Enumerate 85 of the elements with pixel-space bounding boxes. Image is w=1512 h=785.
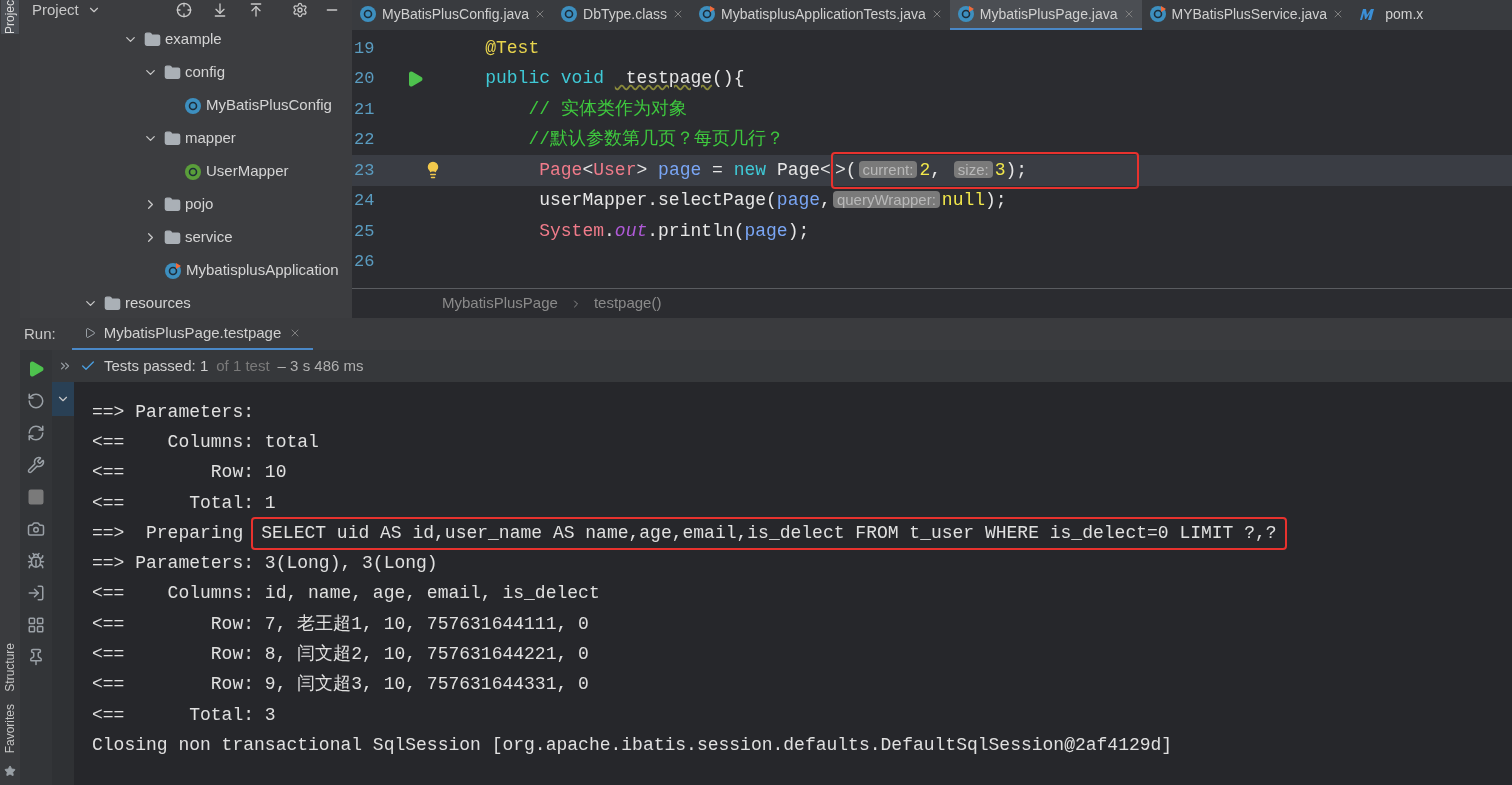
test-count: of 1 test xyxy=(216,355,270,376)
pin-icon[interactable] xyxy=(27,648,45,666)
line-number: 19 xyxy=(353,37,376,60)
editor-tab[interactable]: MyBatisPlusConfig.java xyxy=(352,0,554,30)
console-line: <== Row: 10 xyxy=(92,461,287,485)
folder-icon xyxy=(164,229,181,246)
folder-icon xyxy=(164,196,181,213)
layout-icon[interactable] xyxy=(27,616,45,634)
code-line: userMapper.selectPage(page, queryWrapper: null); xyxy=(538,189,1007,213)
tree-item-label[interactable]: UserMapper xyxy=(206,160,289,183)
console-line: <== Row: 9, 闫文超3, 10, 757631644331, 0 xyxy=(92,673,589,697)
code-line: @Test xyxy=(484,36,540,60)
folder-icon xyxy=(104,295,121,312)
folder-icon xyxy=(164,130,181,147)
editor-tab[interactable]: DbType.class xyxy=(553,0,692,30)
console-line: ==> Preparing xyxy=(92,521,244,545)
code-line: System.out.println(page); xyxy=(538,219,810,243)
run-icon[interactable] xyxy=(27,360,45,378)
class-file-icon xyxy=(698,5,717,23)
tree-item-label[interactable]: resources xyxy=(125,292,191,315)
console-line: <== Columns: id, name, age, email, is_delect xyxy=(92,582,600,606)
rerun-icon[interactable] xyxy=(27,392,45,410)
structure-tool-tab[interactable]: Structure xyxy=(1,642,19,692)
console-line: Closing non transactional SqlSession [org.apache.ibatis.session.defaults.DefaultSqlSession@2af4129d] xyxy=(92,733,1173,757)
tree-item-label[interactable]: example xyxy=(165,28,222,51)
folder-icon xyxy=(164,64,181,81)
panel-title[interactable]: Project xyxy=(32,0,79,22)
star-icon[interactable] xyxy=(4,765,16,777)
settings-icon[interactable] xyxy=(292,2,308,18)
console-line: ==> Parameters: 3(Long), 3(Long) xyxy=(92,552,438,576)
tree-item-label[interactable]: MyBatisPlusConfig xyxy=(206,94,332,117)
console-line: ==> Parameters: xyxy=(92,400,256,424)
tree-item-label[interactable]: service xyxy=(185,226,233,249)
test-duration: – 3 s 486 ms xyxy=(277,355,364,376)
console-line: <== Total: 3 xyxy=(92,703,276,727)
tree-item-label[interactable]: pojo xyxy=(185,193,214,216)
console-line: <== Row: 8, 闫文超2, 10, 757631644221, 0 xyxy=(92,643,589,666)
project-tool-tab[interactable]: Projec xyxy=(1,0,19,34)
highlighted-sql: SELECT uid AS id,user_name AS name,age,email,is_delect FROM t_user WHERE is_delect=0 LIMIT ?,? xyxy=(251,516,1287,550)
camera-icon[interactable] xyxy=(27,520,45,538)
locate-icon[interactable] xyxy=(176,2,192,18)
code-line: public void testpage(){ xyxy=(484,67,745,91)
wrench-icon[interactable] xyxy=(27,456,45,474)
editor-tab[interactable]: MybatisplusApplicationTests.java xyxy=(691,0,950,30)
line-number: 22 xyxy=(353,129,376,151)
line-number: 20 xyxy=(353,68,376,90)
import-icon[interactable] xyxy=(27,584,45,602)
run-label: Run: xyxy=(24,323,56,344)
breadcrumb-item[interactable]: testpage() xyxy=(593,292,662,315)
code-line: //默认参数第几页？每页几行？ xyxy=(527,128,785,152)
code-line: Page<User> page = new Page< xyxy=(538,158,831,182)
line-number: 26 xyxy=(353,251,376,273)
folder-icon xyxy=(144,31,161,48)
class-file-icon xyxy=(956,5,975,23)
expand-icon[interactable] xyxy=(58,359,72,373)
code-line: // 实体类作为对象 xyxy=(527,97,687,121)
expand-all-icon[interactable] xyxy=(212,2,228,18)
tree-item-label[interactable]: config xyxy=(185,61,226,84)
editor-tab[interactable]: MybatisPlusPage.java xyxy=(949,0,1142,30)
breadcrumb-item[interactable]: MybatisPlusPage xyxy=(442,292,558,315)
class-file-icon xyxy=(184,162,202,181)
class-file-icon xyxy=(560,5,579,23)
test-icon xyxy=(83,327,96,339)
editor-tab[interactable]: MYBatisPlusService.java xyxy=(1141,0,1352,30)
test-status: Tests passed: 1 xyxy=(104,355,209,376)
bug-icon[interactable] xyxy=(27,552,45,570)
collapse-all-icon[interactable] xyxy=(248,2,264,18)
line-number: 25 xyxy=(353,220,376,243)
stop-icon[interactable] xyxy=(27,488,45,506)
favorites-tool-tab[interactable]: Favorites xyxy=(1,703,19,753)
console-line: <== Columns: total xyxy=(92,430,319,454)
run-gutter-icon[interactable] xyxy=(406,69,424,88)
class-file-icon xyxy=(164,261,182,280)
line-number: 23 xyxy=(353,159,376,182)
line-number: 24 xyxy=(353,190,376,212)
class-file-icon xyxy=(359,5,377,23)
console-line: <== Row: 7, 老王超1, 10, 757631644111, 0 xyxy=(92,612,589,636)
line-number: 21 xyxy=(353,98,376,121)
editor-tab[interactable]: pom.x xyxy=(1351,0,1431,30)
toggle-rerun-icon[interactable] xyxy=(27,424,45,442)
console-line: <== Total: 1 xyxy=(92,491,276,515)
tree-item-label[interactable]: MybatisplusApplication xyxy=(186,259,339,282)
tree-item-label[interactable]: mapper xyxy=(185,127,236,150)
class-file-icon xyxy=(1148,5,1167,23)
class-file-icon xyxy=(184,96,202,115)
